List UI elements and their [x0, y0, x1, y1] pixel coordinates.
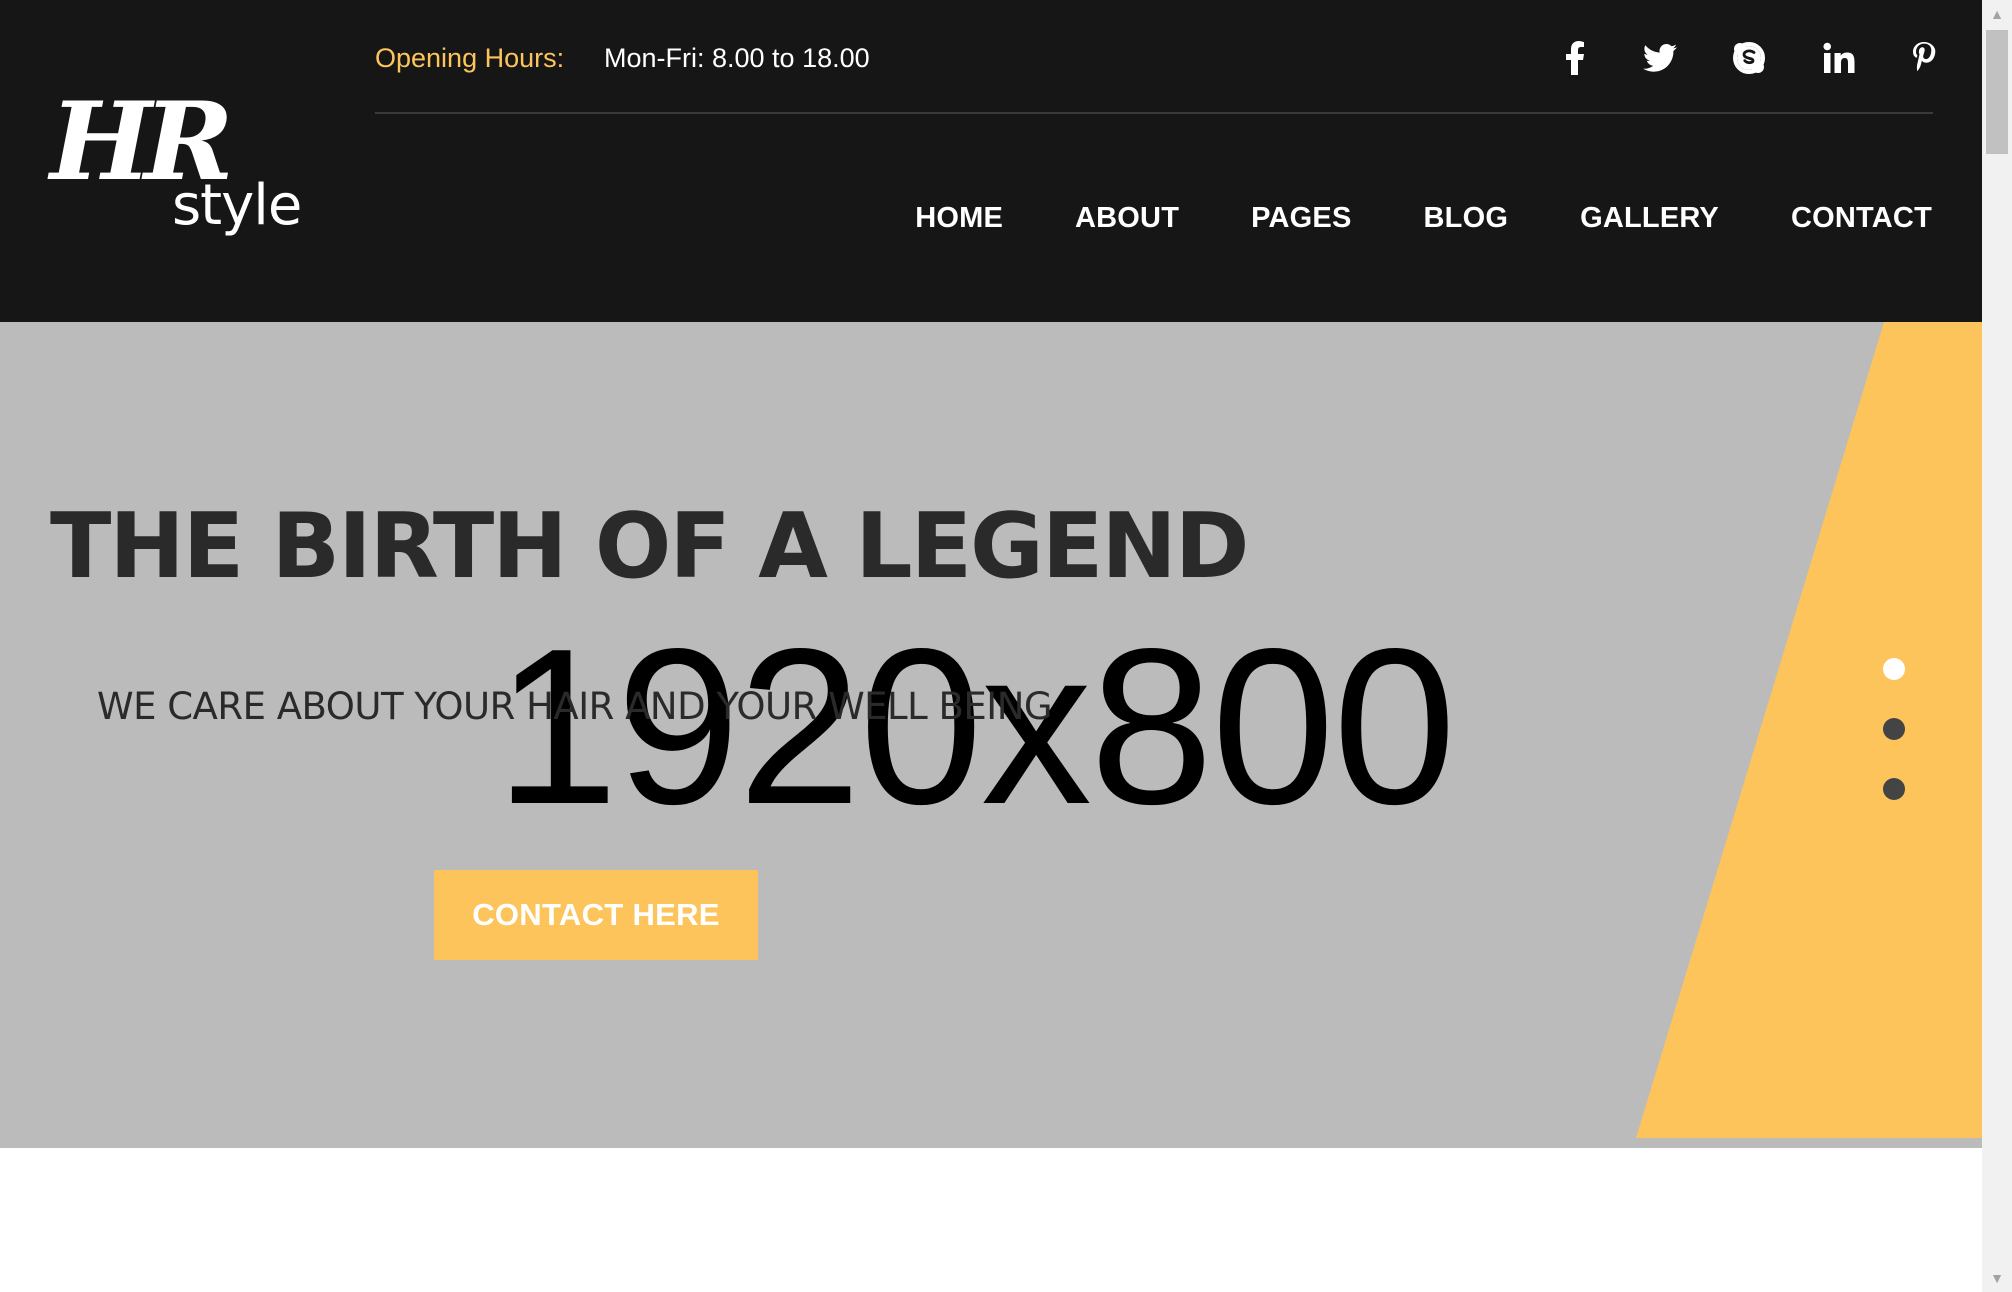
site-header: HR style Opening Hours: Mon-Fri: 8.00 to… — [0, 0, 1982, 322]
scroll-down-icon[interactable]: ▼ — [1982, 1264, 2012, 1292]
twitter-icon[interactable] — [1640, 38, 1680, 78]
nav-about[interactable]: ABOUT — [1075, 196, 1179, 240]
slide-dot-3[interactable] — [1883, 778, 1905, 800]
hero-title: THE BIRTH OF A LEGEND — [50, 494, 1249, 599]
nav-pages[interactable]: PAGES — [1251, 196, 1351, 240]
opening-hours-value: Mon-Fri: 8.00 to 18.00 — [604, 43, 870, 73]
skype-icon[interactable] — [1729, 38, 1769, 78]
hero-subtitle: WE CARE ABOUT YOUR HAIR AND YOUR WELL BE… — [97, 685, 1053, 728]
slide-dot-2[interactable] — [1883, 718, 1905, 740]
site-logo[interactable]: HR style — [50, 88, 302, 238]
scroll-up-icon[interactable]: ▲ — [1982, 0, 2012, 28]
pinterest-icon[interactable] — [1904, 38, 1944, 78]
nav-contact[interactable]: CONTACT — [1791, 196, 1932, 240]
main-nav: HOME ABOUT PAGES BLOG GALLERY CONTACT — [915, 196, 1932, 240]
nav-gallery[interactable]: GALLERY — [1580, 196, 1719, 240]
opening-hours-label: Opening Hours: — [375, 43, 565, 73]
scroll-thumb[interactable] — [1986, 30, 2008, 154]
nav-blog[interactable]: BLOG — [1424, 196, 1509, 240]
header-divider — [375, 112, 1933, 114]
logo-word: style — [172, 173, 302, 238]
hero-slider: 1920x800 THE BIRTH OF A LEGEND WE CARE A… — [0, 322, 1982, 1148]
social-links — [1533, 38, 1936, 78]
top-bar: Opening Hours: Mon-Fri: 8.00 to 18.00 — [375, 38, 1936, 78]
linkedin-icon[interactable] — [1819, 38, 1859, 78]
nav-home[interactable]: HOME — [915, 196, 1003, 240]
page-scrollbar[interactable]: ▲ ▼ — [1982, 0, 2012, 1292]
slide-dot-1[interactable] — [1883, 658, 1905, 680]
facebook-icon[interactable] — [1555, 38, 1595, 78]
contact-here-button[interactable]: CONTACT HERE — [434, 870, 758, 960]
